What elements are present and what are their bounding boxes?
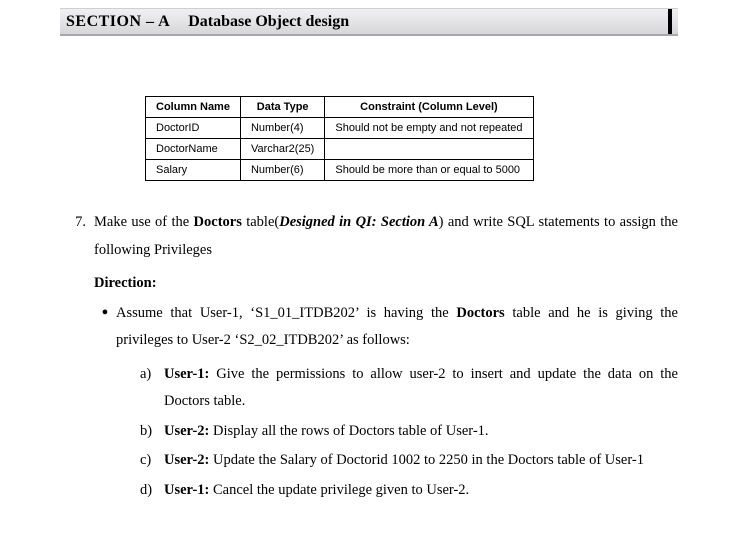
cell-col: DoctorID (146, 118, 241, 139)
sub-text: Give the permissions to allow user-2 to … (164, 366, 678, 410)
sub-item-c: c) User-2: Update the Salary of Doctorid… (140, 447, 678, 475)
direction-label: Direction: (94, 270, 678, 298)
assumption-bullet: ● Assume that User-1, ‘S1_01_ITDB202’ is… (94, 300, 678, 355)
intro-text: Make use of the (94, 214, 194, 230)
question-intro: Make use of the Doctors table(Designed i… (94, 209, 678, 504)
sub-text: Display all the rows of Doctors table of… (209, 423, 488, 439)
sub-item-d: d) User-1: Cancel the update privilege g… (140, 477, 678, 505)
question-number: 7. (60, 209, 94, 504)
sub-body: User-2: Display all the rows of Doctors … (164, 418, 678, 446)
header-edge (668, 9, 672, 34)
section-label: SECTION – A (66, 13, 170, 31)
sub-user-bold: User-1: (164, 366, 209, 382)
question-7: 7. Make use of the Doctors table(Designe… (60, 209, 678, 504)
assumption-text: Assume that User-1, ‘S1_01_ITDB202’ is h… (116, 300, 678, 355)
cell-col: Salary (146, 160, 241, 181)
sub-body: User-1: Cancel the update privilege give… (164, 477, 678, 505)
section-header: SECTION – A Database Object design (60, 8, 678, 36)
sub-item-b: b) User-2: Display all the rows of Docto… (140, 418, 678, 446)
table-row: Salary Number(6) Should be more than or … (146, 160, 534, 181)
doctors-columns-table: Column Name Data Type Constraint (Column… (145, 96, 534, 181)
sub-body: User-1: Give the permissions to allow us… (164, 361, 678, 416)
intro-design-ref: Designed in QI: Section A (279, 214, 438, 230)
bullet-icon: ● (94, 300, 116, 355)
col-header-type: Data Type (240, 97, 324, 118)
section-title: Database Object design (188, 13, 349, 31)
sub-user-bold: User-1: (164, 482, 209, 498)
cell-constraint: Should be more than or equal to 5000 (325, 160, 533, 181)
doctors-columns-table-wrap: Column Name Data Type Constraint (Column… (145, 96, 738, 181)
table-row: DoctorID Number(4) Should not be empty a… (146, 118, 534, 139)
sub-label: b) (140, 418, 164, 446)
sub-body: User-2: Update the Salary of Doctorid 10… (164, 447, 678, 475)
col-header-name: Column Name (146, 97, 241, 118)
sub-label: c) (140, 447, 164, 475)
sub-label: d) (140, 477, 164, 505)
table-header-row: Column Name Data Type Constraint (Column… (146, 97, 534, 118)
sub-user-bold: User-2: (164, 423, 209, 439)
table-row: DoctorName Varchar2(25) (146, 139, 534, 160)
cell-constraint (325, 139, 533, 160)
cell-type: Number(4) (240, 118, 324, 139)
cell-constraint: Should not be empty and not repeated (325, 118, 533, 139)
intro-text: table( (242, 214, 279, 230)
col-header-constraint: Constraint (Column Level) (325, 97, 533, 118)
sub-label: a) (140, 361, 164, 416)
question-heading: 7. Make use of the Doctors table(Designe… (60, 209, 678, 504)
sub-user-bold: User-2: (164, 452, 209, 468)
cell-type: Varchar2(25) (240, 139, 324, 160)
sub-item-a: a) User-1: Give the permissions to allow… (140, 361, 678, 416)
bullet-text: Assume that User-1, ‘S1_01_ITDB202’ is h… (116, 305, 456, 321)
cell-col: DoctorName (146, 139, 241, 160)
bullet-bold-doctors: Doctors (456, 305, 504, 321)
intro-bold-doctors: Doctors (194, 214, 242, 230)
sub-question-list: a) User-1: Give the permissions to allow… (140, 361, 678, 505)
cell-type: Number(6) (240, 160, 324, 181)
sub-text: Update the Salary of Doctorid 1002 to 22… (209, 452, 644, 468)
sub-text: Cancel the update privilege given to Use… (209, 482, 469, 498)
